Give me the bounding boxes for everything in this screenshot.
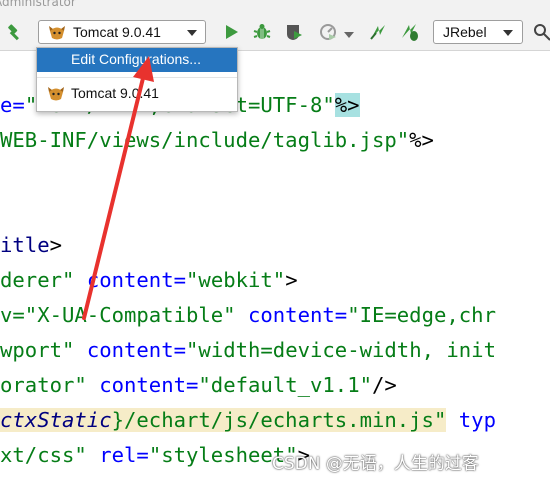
- code-token: "width=device-width, init: [186, 338, 496, 362]
- profile-icon[interactable]: [318, 22, 338, 42]
- code-token: %>: [409, 128, 434, 152]
- coverage-icon[interactable]: [284, 22, 304, 42]
- chevron-down-icon[interactable]: [344, 32, 354, 38]
- code-token: />: [372, 373, 397, 397]
- code-token: WEB-INF/views/include/taglib.jsp": [0, 128, 410, 152]
- watermark: CSDN @无语，人生的过客: [272, 454, 479, 474]
- code-token: content: [99, 373, 186, 397]
- code-line: itle>: [0, 230, 62, 260]
- chevron-down-icon: [503, 30, 513, 36]
- edit-configurations-item[interactable]: Edit Configurations...: [37, 48, 237, 72]
- run-configuration-dropdown: Edit Configurations... Tomcat 9.0.41: [36, 47, 238, 112]
- code-token: ctxStatic: [0, 408, 112, 432]
- code-token: =: [173, 268, 187, 292]
- code-line: ctxStatic}/echart/js/echarts.min.js" typ: [0, 405, 496, 435]
- run-configuration-label: Tomcat 9.0.41: [73, 24, 161, 40]
- code-token: orator": [0, 373, 87, 397]
- window-title: Administrator: [0, 0, 76, 9]
- code-token: >: [49, 233, 63, 257]
- code-token: content: [86, 268, 174, 292]
- code-line: WEB-INF/views/include/taglib.jsp"%>: [0, 125, 434, 155]
- tomcat-icon: [48, 25, 66, 45]
- code-line: v="X-UA-Compatible" content="IE=edge,chr: [0, 300, 496, 330]
- chevron-down-icon: [187, 30, 197, 36]
- code-token: %>: [334, 93, 360, 117]
- code-line: derer" content="webkit">: [0, 265, 298, 295]
- code-token: content: [86, 338, 174, 362]
- code-token: e=: [0, 93, 25, 117]
- code-token: content: [247, 303, 335, 327]
- code-token: "IE=edge,chr: [347, 303, 496, 327]
- code-line: xt/css" rel="stylesheet">: [0, 440, 310, 470]
- jrebel-debug-icon[interactable]: [400, 22, 420, 42]
- search-icon[interactable]: [532, 22, 550, 42]
- code-token: wport": [0, 338, 75, 362]
- run-configuration-selector[interactable]: Tomcat 9.0.41: [38, 20, 206, 44]
- code-token: =: [173, 338, 187, 362]
- code-token: }/echart/js/echarts.min.js": [111, 408, 447, 432]
- code-line: wport" content="width=device-width, init: [0, 335, 496, 365]
- code-token: derer": [0, 268, 75, 292]
- code-token: "default_v1.1": [198, 373, 372, 397]
- play-icon[interactable]: [222, 22, 242, 42]
- code-token: =: [136, 443, 149, 467]
- code-editor[interactable]: e="text/html;charset=UTF-8"%> WEB-INF/vi…: [0, 51, 550, 479]
- code-token: rel: [99, 443, 137, 467]
- tomcat-config-item[interactable]: Tomcat 9.0.41: [37, 81, 237, 107]
- code-token: >: [285, 268, 298, 292]
- code-token: =: [186, 373, 199, 397]
- code-token: =: [334, 303, 348, 327]
- code-token: typ: [458, 408, 496, 432]
- jrebel-selector[interactable]: JRebel: [433, 20, 523, 44]
- edit-configurations-label: Edit Configurations...: [71, 51, 201, 67]
- debug-bug-icon[interactable]: [252, 22, 272, 42]
- code-token: v="X-UA-Compatible": [0, 303, 236, 327]
- jrebel-run-icon[interactable]: [368, 22, 388, 42]
- tomcat-icon: [47, 86, 65, 106]
- code-line: orator" content="default_v1.1"/>: [0, 370, 397, 400]
- jrebel-label: JRebel: [443, 24, 487, 40]
- window-title-bar: Administrator: [0, 0, 550, 14]
- main-toolbar: Tomcat 9.0.41 JRebel: [0, 14, 550, 51]
- hammer-icon[interactable]: [4, 23, 24, 43]
- code-token: xt/css": [0, 443, 87, 467]
- code-token: itle: [0, 233, 50, 257]
- tomcat-config-label: Tomcat 9.0.41: [71, 85, 159, 101]
- code-token: "webkit": [186, 268, 286, 292]
- menu-separator: [37, 77, 237, 78]
